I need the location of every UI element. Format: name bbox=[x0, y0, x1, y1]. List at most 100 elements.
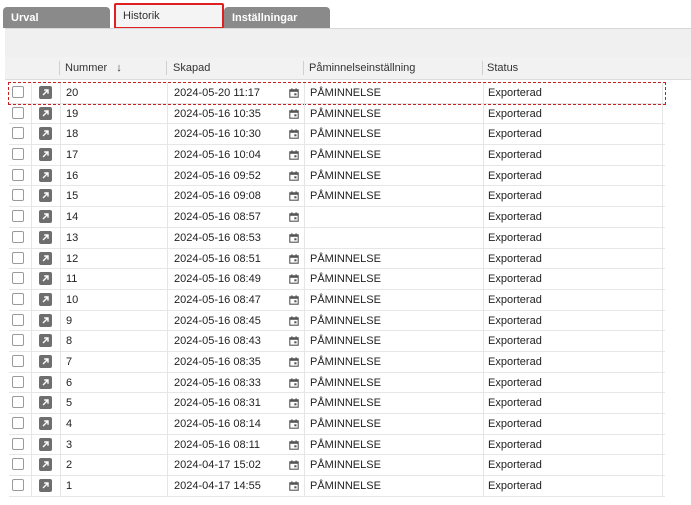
row-checkbox[interactable] bbox=[12, 417, 24, 429]
column-separator bbox=[483, 227, 484, 248]
calendar-icon[interactable] bbox=[289, 233, 299, 246]
arrow-up-right-icon[interactable] bbox=[39, 86, 52, 99]
column-label: Nummer bbox=[65, 62, 108, 74]
row-checkbox[interactable] bbox=[12, 396, 24, 409]
row-checkbox[interactable] bbox=[12, 292, 24, 305]
arrow-up-right-icon[interactable] bbox=[39, 148, 52, 162]
arrow-up-right-icon[interactable] bbox=[39, 272, 52, 286]
arrow-up-right-icon[interactable] bbox=[39, 189, 52, 203]
arrow-up-right-icon[interactable] bbox=[39, 210, 52, 224]
table-row[interactable]: 9 2024-05-16 08:45 PÅMINNELSE Exporterad bbox=[9, 310, 665, 332]
table-row[interactable]: 3 2024-05-16 08:11 PÅMINNELSE Exporterad bbox=[9, 434, 665, 456]
calendar-icon[interactable] bbox=[289, 150, 299, 163]
row-checkbox[interactable] bbox=[12, 251, 24, 264]
arrow-up-right-icon[interactable] bbox=[39, 479, 52, 493]
row-checkbox[interactable] bbox=[12, 375, 24, 388]
calendar-icon[interactable] bbox=[289, 88, 299, 101]
table-row[interactable]: 20 2024-05-20 11:17 PÅMINNELSE Exporterad bbox=[8, 82, 666, 105]
row-checkbox[interactable] bbox=[12, 458, 24, 471]
calendar-icon[interactable] bbox=[289, 439, 299, 453]
table-row[interactable]: 6 2024-05-16 08:33 PÅMINNELSE Exporterad bbox=[9, 372, 665, 394]
column-separator bbox=[167, 351, 168, 372]
tab-historik[interactable]: Historik bbox=[114, 3, 224, 29]
calendar-icon[interactable] bbox=[289, 357, 299, 370]
calendar-icon[interactable] bbox=[289, 191, 299, 204]
table-row[interactable]: 2 2024-04-17 15:02 PÅMINNELSE Exporterad bbox=[9, 455, 665, 477]
table-row[interactable]: 15 2024-05-16 09:08 PÅMINNELSE Exporterad bbox=[9, 186, 665, 208]
arrow-up-right-icon[interactable] bbox=[39, 292, 52, 306]
row-checkbox[interactable] bbox=[12, 313, 24, 326]
arrow-up-right-icon[interactable] bbox=[39, 168, 52, 182]
table-row[interactable]: 7 2024-05-16 08:35 PÅMINNELSE Exporterad bbox=[9, 351, 665, 373]
calendar-icon[interactable] bbox=[289, 129, 299, 142]
arrow-up-right-icon[interactable] bbox=[39, 417, 52, 430]
table-row[interactable]: 11 2024-05-16 08:49 PÅMINNELSE Exporterad bbox=[9, 269, 665, 290]
arrow-up-right-icon[interactable] bbox=[39, 354, 52, 368]
row-checkbox[interactable] bbox=[12, 127, 24, 140]
calendar-icon[interactable] bbox=[289, 377, 299, 391]
row-number: 15 bbox=[66, 190, 79, 203]
calendar-icon[interactable] bbox=[289, 295, 299, 308]
column-separator bbox=[483, 186, 484, 207]
calendar-icon[interactable] bbox=[289, 212, 299, 225]
arrow-up-right-icon[interactable] bbox=[39, 334, 52, 348]
table-row[interactable]: 10 2024-05-16 08:47 PÅMINNELSE Exporterad bbox=[9, 289, 665, 311]
table-row[interactable]: 1 2024-04-17 14:55 PÅMINNELSE Exporterad bbox=[9, 476, 665, 497]
calendar-icon[interactable] bbox=[289, 274, 299, 287]
calendar-icon[interactable] bbox=[289, 398, 299, 411]
row-checkbox[interactable] bbox=[12, 86, 24, 98]
row-checkbox[interactable] bbox=[12, 272, 24, 285]
arrow-up-right-icon[interactable] bbox=[39, 251, 52, 265]
table-row[interactable]: 17 2024-05-16 10:04 PÅMINNELSE Exporterad bbox=[9, 145, 665, 166]
table-row[interactable]: 13 2024-05-16 08:53 Exporterad bbox=[9, 227, 665, 249]
arrow-up-right-icon[interactable] bbox=[39, 127, 52, 141]
arrow-up-right-icon[interactable] bbox=[39, 375, 52, 389]
calendar-icon[interactable] bbox=[289, 481, 299, 494]
row-checkbox[interactable] bbox=[12, 437, 24, 450]
row-checkbox[interactable] bbox=[12, 210, 24, 223]
table-row[interactable]: 14 2024-05-16 08:57 Exporterad bbox=[9, 207, 665, 228]
row-checkbox[interactable] bbox=[12, 334, 24, 347]
calendar-icon[interactable] bbox=[289, 108, 299, 122]
calendar-icon[interactable] bbox=[289, 171, 299, 184]
row-checkbox[interactable] bbox=[12, 230, 24, 243]
row-checkbox[interactable] bbox=[12, 148, 24, 161]
tab-installningar[interactable]: Inställningar bbox=[224, 7, 330, 28]
row-checkbox[interactable] bbox=[12, 106, 24, 119]
row-status: Exporterad bbox=[488, 438, 542, 451]
column-header-status[interactable]: Status bbox=[487, 57, 518, 79]
column-separator bbox=[31, 289, 32, 310]
calendar-icon[interactable] bbox=[289, 315, 299, 329]
row-reminder: PÅMINNELSE bbox=[310, 355, 381, 368]
table-row[interactable]: 5 2024-05-16 08:31 PÅMINNELSE Exporterad bbox=[9, 393, 665, 414]
tab-urval[interactable]: Urval bbox=[3, 7, 110, 28]
table-row[interactable]: 18 2024-05-16 10:30 PÅMINNELSE Exporterad bbox=[9, 124, 665, 146]
row-checkbox[interactable] bbox=[12, 168, 24, 181]
column-header-number[interactable]: Nummer ↓ bbox=[65, 57, 122, 79]
column-separator bbox=[31, 351, 32, 372]
row-reminder: PÅMINNELSE bbox=[310, 149, 381, 162]
table-row[interactable]: 8 2024-05-16 08:43 PÅMINNELSE Exporterad bbox=[9, 331, 665, 352]
calendar-icon[interactable] bbox=[289, 460, 299, 473]
calendar-icon[interactable] bbox=[289, 336, 299, 349]
column-separator bbox=[31, 165, 32, 186]
column-header-created[interactable]: Skapad bbox=[173, 57, 210, 79]
arrow-up-right-icon[interactable] bbox=[39, 458, 52, 472]
arrow-up-right-icon[interactable] bbox=[39, 106, 52, 120]
calendar-icon[interactable] bbox=[289, 253, 299, 267]
arrow-up-right-icon[interactable] bbox=[39, 230, 52, 244]
calendar-icon[interactable] bbox=[289, 419, 299, 432]
arrow-up-right-icon[interactable] bbox=[39, 437, 52, 451]
table-row[interactable]: 19 2024-05-16 10:35 PÅMINNELSE Exporterad bbox=[9, 103, 665, 125]
arrow-up-right-icon[interactable] bbox=[39, 313, 52, 327]
column-header-reminder[interactable]: Påminnelseinställning bbox=[309, 57, 415, 79]
table-row[interactable]: 4 2024-05-16 08:14 PÅMINNELSE Exporterad bbox=[9, 414, 665, 435]
table-row[interactable]: 16 2024-05-16 09:52 PÅMINNELSE Exporterad bbox=[9, 165, 665, 187]
row-number: 5 bbox=[66, 397, 73, 410]
row-checkbox[interactable] bbox=[12, 354, 24, 367]
row-checkbox[interactable] bbox=[12, 479, 24, 492]
row-created: 2024-05-16 08:51 bbox=[174, 252, 261, 265]
table-row[interactable]: 12 2024-05-16 08:51 PÅMINNELSE Exporterad bbox=[9, 248, 665, 270]
row-checkbox[interactable] bbox=[12, 189, 24, 202]
arrow-up-right-icon[interactable] bbox=[39, 396, 52, 410]
